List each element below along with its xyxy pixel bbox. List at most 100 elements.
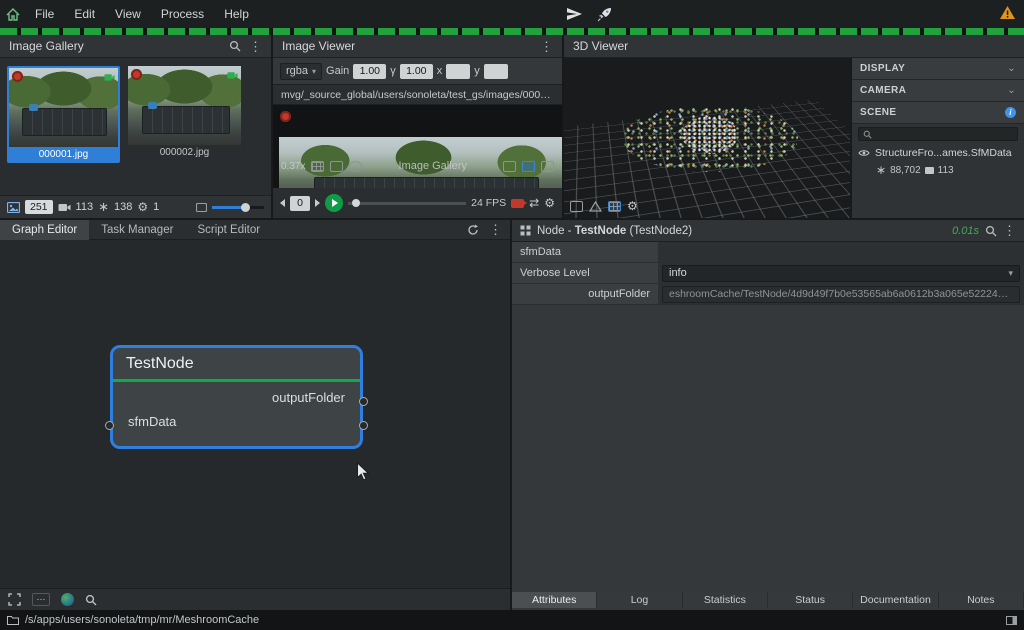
- gain-input[interactable]: 1.00: [353, 64, 386, 79]
- timeline-slider[interactable]: [348, 202, 466, 205]
- output-pin[interactable]: [359, 421, 368, 430]
- fit-view-icon[interactable]: [8, 593, 21, 606]
- image-gallery-header: Image Gallery ⋮: [0, 35, 271, 58]
- thumbnail-status-icon: [131, 69, 142, 80]
- coord-y-input[interactable]: [484, 64, 508, 79]
- graph-menu-icon[interactable]: ⋮: [489, 223, 502, 236]
- truck-shape: [142, 106, 230, 134]
- tab-notes[interactable]: Notes: [939, 592, 1024, 608]
- media-item[interactable]: StructureFro...ames.SfMData: [852, 144, 1024, 162]
- feature-count: 138: [114, 201, 132, 213]
- visibility-eye-icon[interactable]: [858, 149, 870, 157]
- channel-select[interactable]: rgba ▾: [280, 63, 322, 80]
- gallery-thumbnail[interactable]: 000002.jpg: [128, 66, 241, 163]
- histogram-icon[interactable]: [522, 161, 535, 172]
- thumbnail-photo: [9, 68, 118, 147]
- attribute-search-icon[interactable]: [985, 225, 997, 237]
- points-icon: ∗: [876, 163, 886, 177]
- channel-value: rgba: [286, 65, 308, 77]
- viewport-settings-icon[interactable]: ⚙: [627, 200, 638, 212]
- coord-x-input[interactable]: [446, 64, 470, 79]
- tab-script-editor[interactable]: Script Editor: [185, 220, 272, 240]
- menu-view[interactable]: View: [106, 0, 150, 28]
- thumb-size-icon[interactable]: [196, 203, 207, 212]
- tab-statistics[interactable]: Statistics: [683, 592, 768, 608]
- refresh-icon[interactable]: [467, 224, 479, 236]
- node-editor-header: Node - TestNode (TestNode2) 0.01s ⋮: [512, 220, 1024, 242]
- next-frame-icon[interactable]: [315, 199, 320, 207]
- truck-shape: [314, 177, 539, 188]
- frame-input[interactable]: 0: [290, 196, 310, 211]
- thumb-size-slider[interactable]: [212, 206, 264, 209]
- scene-search-input[interactable]: [858, 127, 1018, 141]
- search-icon[interactable]: [229, 40, 241, 52]
- warning-icon[interactable]: [999, 5, 1016, 20]
- media-name: StructureFro...ames.SfMData: [875, 147, 1012, 159]
- submit-icon[interactable]: [566, 7, 583, 21]
- gallery-grid: 000001.jpg 000002.jpg: [0, 58, 271, 195]
- tab-status[interactable]: Status: [768, 592, 853, 608]
- minimap-orb-icon[interactable]: [61, 593, 74, 606]
- info-icon[interactable]: i: [1005, 107, 1016, 118]
- menu-file[interactable]: File: [26, 0, 63, 28]
- menu-process[interactable]: Process: [152, 0, 213, 28]
- zoom-level: 0.37x: [281, 161, 305, 172]
- compute-rocket-icon[interactable]: [597, 7, 613, 22]
- truck-shape: [22, 108, 107, 136]
- image-path: mvg/_source_global/users/sonoleta/test_g…: [273, 84, 562, 105]
- attr-label-outputfolder: outputFolder: [512, 284, 658, 304]
- scene-inspector: DISPLAY ⌄ CAMERA ⌄ SCENE i StructureFr: [850, 58, 1024, 218]
- viewer-menu-icon[interactable]: ⋮: [540, 40, 553, 53]
- metadata-icon[interactable]: [541, 161, 554, 172]
- export-icon[interactable]: [503, 161, 516, 172]
- viewer-canvas[interactable]: 0.37x Image Gallery: [273, 105, 562, 188]
- tab-attributes[interactable]: Attributes: [512, 592, 597, 608]
- gallery-thumbnail-selected[interactable]: 000001.jpg: [7, 66, 120, 163]
- cache-status-icon: [280, 111, 291, 122]
- gallery-menu-icon[interactable]: ⋮: [249, 40, 262, 53]
- gamma-input[interactable]: 1.00: [400, 64, 433, 79]
- wireframe-mode-icon[interactable]: [589, 201, 602, 212]
- node-input-attr: sfmData: [113, 410, 360, 434]
- viewport-3d[interactable]: ⚙: [564, 58, 850, 218]
- coord-y-label: y: [474, 65, 480, 77]
- thumbnail-camera-icon: [227, 69, 238, 80]
- attr-value-sfmdata[interactable]: [658, 242, 1024, 262]
- statusbar-panel-icon[interactable]: [1006, 616, 1017, 625]
- record-icon[interactable]: [511, 199, 524, 208]
- menu-help[interactable]: Help: [215, 0, 258, 28]
- tab-documentation[interactable]: Documentation: [853, 592, 938, 608]
- player-settings-icon[interactable]: ⚙: [544, 197, 555, 209]
- prev-frame-icon[interactable]: [280, 199, 285, 207]
- viewer-toolbar: rgba ▾ Gain 1.00 γ 1.00 x y: [273, 58, 562, 84]
- sfm-mode-icon[interactable]: [608, 201, 621, 212]
- lens-icon[interactable]: [349, 161, 362, 172]
- node-editor-menu-icon[interactable]: ⋮: [1003, 224, 1016, 237]
- node-header-type: (TestNode2): [626, 225, 692, 237]
- display-section[interactable]: DISPLAY ⌄: [852, 58, 1024, 80]
- node-header-text: Node - TestNode (TestNode2): [537, 225, 692, 237]
- input-pin[interactable]: [105, 421, 114, 430]
- tab-task-manager[interactable]: Task Manager: [89, 220, 185, 240]
- solid-mode-icon[interactable]: [570, 201, 583, 212]
- menu-edit[interactable]: Edit: [65, 0, 104, 28]
- home-icon[interactable]: [6, 8, 20, 21]
- verbose-level-dropdown[interactable]: info ▾: [662, 265, 1020, 282]
- viewer-source-label: Image Gallery: [368, 160, 497, 172]
- scene-section[interactable]: SCENE i: [852, 102, 1024, 124]
- output-pin[interactable]: [359, 397, 368, 406]
- graph-search-icon[interactable]: [85, 594, 97, 606]
- outputfolder-value[interactable]: eshroomCache/TestNode/4d9d49f7b0e53565ab…: [662, 286, 1020, 303]
- graph-node-testnode[interactable]: TestNode outputFolder sfmData: [110, 345, 363, 449]
- tab-log[interactable]: Log: [597, 592, 682, 608]
- node-output-attr: outputFolder: [113, 386, 360, 410]
- tab-graph-editor[interactable]: Graph Editor: [0, 220, 89, 240]
- camera-section[interactable]: CAMERA ⌄: [852, 80, 1024, 102]
- frame-toggle-icon[interactable]: [330, 161, 343, 172]
- barrel-shape: [29, 104, 38, 111]
- play-button[interactable]: [325, 194, 343, 212]
- loop-icon[interactable]: ⇄: [529, 197, 539, 209]
- more-options-icon[interactable]: ⋯: [32, 593, 50, 606]
- grid-toggle-icon[interactable]: [311, 161, 324, 172]
- graph-canvas[interactable]: TestNode outputFolder sfmData: [0, 240, 510, 588]
